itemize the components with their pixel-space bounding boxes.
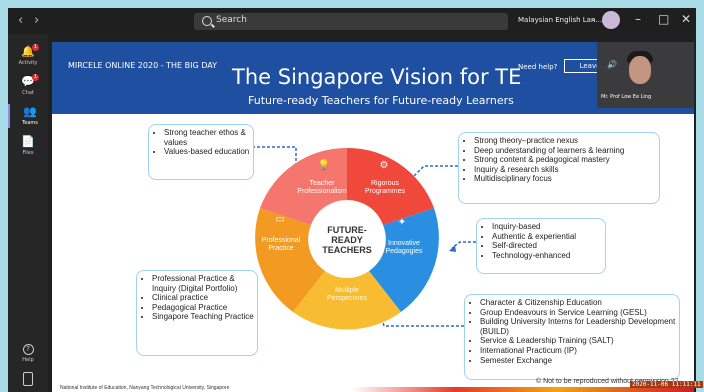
network-icon: ✺ <box>342 268 352 279</box>
box-professional-practice: Professional Practice & Inquiry (Digital… <box>136 270 258 356</box>
list-item: Technology-enhanced <box>492 251 603 261</box>
list-item: Pedagogical Practice <box>152 303 255 313</box>
avatar[interactable] <box>602 11 620 29</box>
list-item: Authentic & experiential <box>492 232 603 242</box>
app-rail: 🔔 1 Activity 💬 1 Chat 👥 Teams 📄 Files ? He… <box>8 34 48 392</box>
activity-badge: 1 <box>32 44 39 51</box>
rail-item-teams[interactable]: 👥 Teams <box>8 104 50 128</box>
bell-icon: 🔔 <box>21 45 35 58</box>
rail-label-help: Help <box>22 357 34 363</box>
rail-label-activity: Activity <box>18 60 38 66</box>
lightbulb-icon: 💡 <box>317 160 331 171</box>
close-button[interactable]: ✕ <box>681 12 691 26</box>
segment-label-multiple-perspectives: Multiple Perspectives <box>326 287 368 302</box>
list-item: Values-based education <box>164 147 251 157</box>
list-item: Professional Practice & Inquiry (Digital… <box>152 274 255 293</box>
rail-label-teams: Teams <box>22 120 38 126</box>
help-icon: ? <box>22 344 34 355</box>
laptop-icon: ▭ <box>275 214 285 225</box>
rail-item-files[interactable]: 📄 Files <box>8 135 48 157</box>
search-input[interactable]: Search <box>194 13 508 30</box>
box-teacher-ethos: Strong teacher ethos & values Values-bas… <box>148 124 254 180</box>
shared-slide: MIRCELE ONLINE 2020 - THE BIG DAY The Si… <box>52 42 694 392</box>
compass-icon: ✦ <box>397 217 407 228</box>
list-item: Strong theory–practice nexus <box>474 136 657 146</box>
list-item: Service & Leadership Training (SALT) <box>480 336 677 346</box>
search-placeholder: Search <box>216 15 247 25</box>
forward-arrow-icon[interactable]: › <box>34 13 39 29</box>
list-item: Multidisciplinary focus <box>474 174 657 184</box>
rail-label-files: Files <box>22 150 34 156</box>
segment-label-innovative-pedagogies: Innovative Pedagogies <box>385 240 423 255</box>
list-item: Inquiry & research skills <box>474 165 657 175</box>
teams-icon: 👥 <box>23 105 37 118</box>
arrow-ethos <box>252 146 297 168</box>
list-item: Deep understanding of learners & learnin… <box>474 146 657 156</box>
list-item: Inquiry-based <box>492 222 603 232</box>
list-item: Group Endeavours in Service Learning (GE… <box>480 308 677 318</box>
list-item: Singapore Teaching Practice <box>152 312 255 322</box>
minimize-button[interactable]: – <box>635 12 641 26</box>
rail-item-help[interactable]: ? Help <box>8 344 48 363</box>
segment-label-rigorous-programmes: Rigorous Programmes <box>364 180 406 195</box>
list-item: Building University Interns for Leadersh… <box>480 317 677 336</box>
segment-label-professional-practice: Professional Practice <box>261 237 301 252</box>
back-arrow-icon[interactable]: ‹ <box>18 13 23 29</box>
institution-footer: National Institute of Education, Nanyang… <box>60 385 230 391</box>
list-item: International Practicum (IP) <box>480 346 677 356</box>
chat-icon: 💬 <box>21 75 35 88</box>
rail-item-chat[interactable]: 💬 1 Chat <box>8 74 48 96</box>
maximize-button[interactable]: □ <box>658 12 669 26</box>
list-item: Clinical practice <box>152 293 255 303</box>
list-item: Strong teacher ethos & values <box>164 128 251 147</box>
segment-label-teacher-professionalism: Teacher Professionalism <box>297 180 347 195</box>
rail-label-chat: Chat <box>22 90 34 96</box>
rail-item-activity[interactable]: 🔔 1 Activity <box>8 44 48 66</box>
device-icon[interactable] <box>23 372 33 386</box>
arrow-pedagogies <box>451 241 476 249</box>
box-multiple-perspectives: Character & Citizenship Education Group … <box>464 294 680 380</box>
box-rigorous-programmes: Strong theory–practice nexus Deep unders… <box>458 132 660 204</box>
list-item: Character & Citizenship Education <box>480 298 677 308</box>
arrowhead-pedagogies <box>449 245 456 252</box>
chat-badge: 1 <box>32 74 39 81</box>
list-item: Self-directed <box>492 241 603 251</box>
search-icon <box>202 16 212 26</box>
box-innovative-pedagogies: Inquiry-based Authentic & experiential S… <box>476 218 606 274</box>
list-item: Semester Exchange <box>480 356 677 366</box>
title-bar: ‹ › Search Malaysian English Lan... ⌄ – … <box>8 8 696 34</box>
chevron-down-icon[interactable]: ⌄ <box>590 14 597 23</box>
timestamp: 2020-11-06 11:11:11 <box>630 381 703 388</box>
arrow-programmes <box>409 165 458 181</box>
list-item: Strong content & pedagogical mastery <box>474 155 657 165</box>
gears-icon: ⚙ <box>379 160 389 171</box>
files-icon: 📄 <box>21 135 35 148</box>
center-label: FUTURE-READY TEACHERS <box>322 225 372 255</box>
teams-window: ‹ › Search Malaysian English Lan... ⌄ – … <box>8 8 696 392</box>
